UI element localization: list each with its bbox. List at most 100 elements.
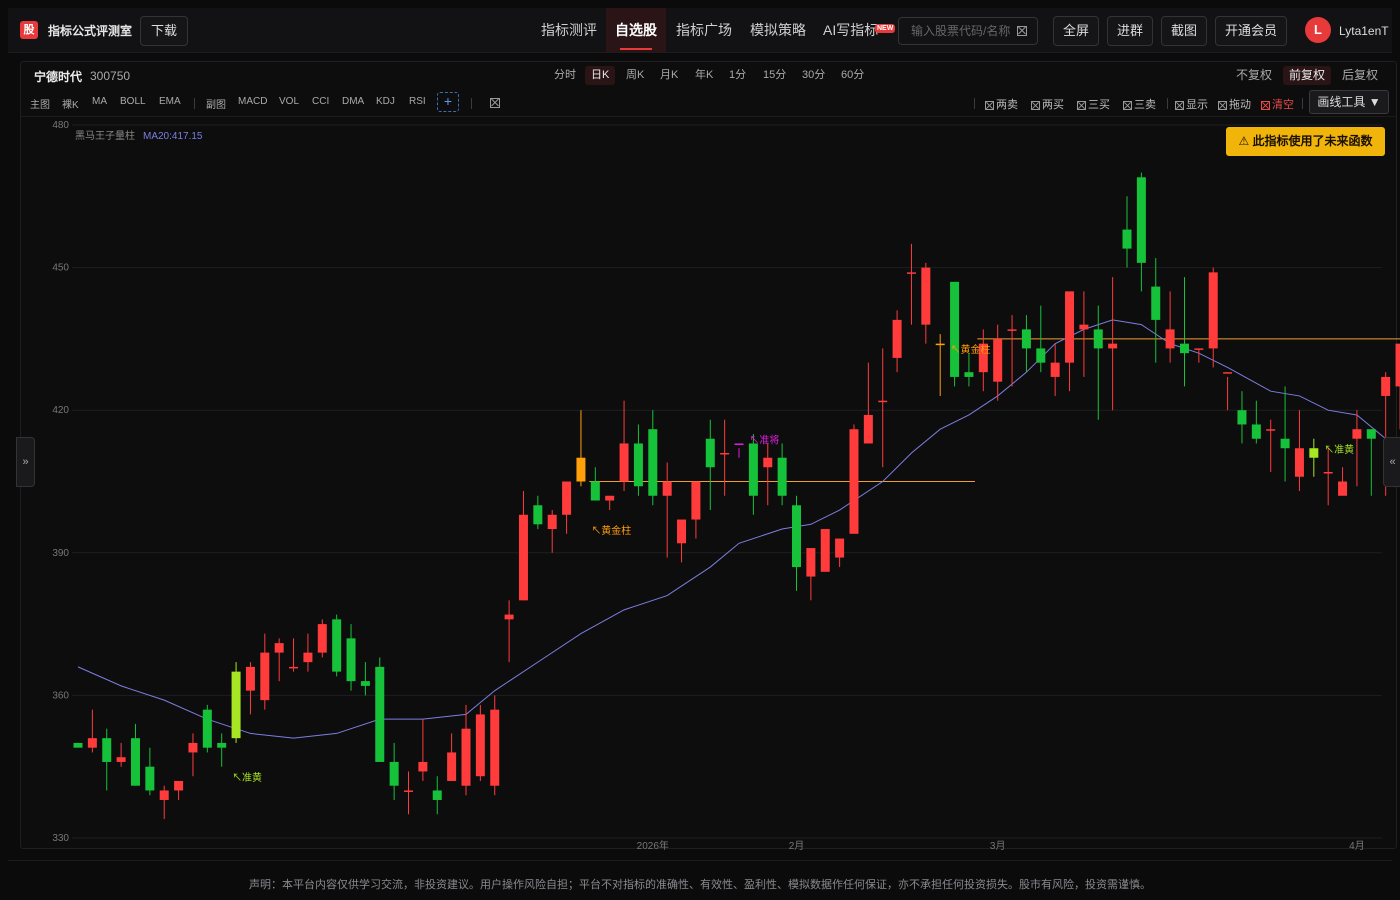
x-tick-label: 2026年 — [637, 839, 669, 852]
candle-body — [404, 790, 414, 792]
candle-body — [633, 443, 643, 487]
candle-body — [748, 443, 758, 496]
candle-body — [332, 619, 342, 672]
candle-body — [1065, 291, 1075, 363]
signal-annotation: ↖准黄 — [1324, 443, 1354, 456]
candle-body — [720, 452, 730, 455]
candle-body — [1194, 348, 1204, 350]
candle-body — [1079, 324, 1089, 330]
candle-body — [1294, 448, 1304, 477]
candle-body — [1366, 429, 1376, 439]
candle-body — [1323, 471, 1333, 474]
candle-body — [346, 638, 356, 682]
y-tick-label: 390 — [52, 548, 69, 559]
x-tick-label: 4月 — [1349, 840, 1365, 852]
candle-body — [1266, 429, 1276, 431]
candle-body — [878, 400, 888, 403]
candle-body — [202, 709, 212, 748]
candle-body — [1122, 229, 1132, 249]
candle-body — [792, 505, 801, 568]
candle-body — [217, 742, 227, 748]
y-tick-label: 420 — [52, 405, 69, 416]
candle-body — [763, 457, 773, 468]
candle-body — [993, 338, 1003, 382]
candle-body — [116, 757, 126, 762]
candle-body — [662, 481, 672, 496]
candle-body — [274, 643, 284, 653]
candle-body — [432, 790, 442, 800]
candle-body — [461, 728, 471, 786]
candle-body — [1151, 286, 1161, 320]
candle-body — [705, 438, 715, 468]
candle-body — [677, 519, 687, 544]
candle-body — [777, 457, 787, 496]
candle-body — [1381, 376, 1391, 396]
candle-body — [1050, 362, 1060, 377]
candle-body — [619, 443, 629, 482]
candle-body — [921, 267, 931, 325]
candle-body — [1108, 343, 1118, 349]
candle-body — [1208, 272, 1218, 349]
candle-body — [504, 614, 514, 620]
candlestick-chart[interactable]: 330 360 390 420 450 480 2026年 2月 3月 4月 黑马王子量柱 MA20:… — [0, 0, 1400, 900]
candle-body — [490, 709, 500, 786]
candle-body — [1309, 448, 1319, 458]
candle-body — [260, 652, 270, 701]
candle-body — [1223, 372, 1233, 374]
candle-body — [1338, 481, 1348, 496]
candle-body — [1093, 329, 1103, 349]
candle-body — [533, 505, 543, 525]
candle-body — [835, 538, 845, 558]
candle-body — [73, 742, 83, 748]
y-tick-label: 330 — [52, 833, 69, 844]
candle-body — [1007, 329, 1017, 331]
candle-body — [188, 742, 198, 753]
candle-body — [317, 624, 327, 653]
candle-body — [1251, 424, 1261, 439]
candle-body — [1179, 343, 1189, 354]
candle-body — [1136, 177, 1146, 263]
candle-body — [475, 714, 485, 777]
candle-body — [849, 429, 859, 534]
candle-body — [590, 481, 600, 501]
candle-body — [418, 761, 428, 772]
candle-body — [892, 319, 902, 358]
candle-body — [1021, 329, 1031, 349]
candle-body — [806, 548, 816, 577]
candle-body — [964, 372, 974, 377]
signal-annotation: ↖黄金柱 — [591, 524, 631, 537]
candle-body — [906, 272, 916, 274]
ma20-line — [77, 319, 1386, 739]
candle-body — [950, 281, 960, 377]
right-expand-tab[interactable]: « — [1383, 437, 1400, 487]
candle-body — [547, 514, 557, 530]
left-expand-tab[interactable]: » — [16, 437, 35, 487]
candle-body — [1395, 343, 1400, 387]
signal-annotation: ↖黄金柱 — [951, 343, 991, 356]
footer-disclaimer: 声明：本平台内容仅供学习交流，非投资建议。用户操作风险自担；平台不对指标的准确性… — [8, 860, 1392, 892]
y-tick-label: 480 — [52, 120, 69, 131]
candle-body — [145, 766, 155, 791]
candle-body — [863, 414, 873, 444]
candle-body — [1280, 438, 1290, 449]
candle-body — [130, 738, 140, 786]
ma20-label: MA20:417.15 — [143, 131, 203, 142]
signal-annotation: ↖准将 — [749, 434, 779, 446]
future-function-warning[interactable]: ⚠ 此指标使用了未来函数 — [1226, 127, 1385, 156]
candle-body — [576, 457, 586, 482]
candle-body — [1036, 348, 1046, 363]
candle-body — [174, 780, 184, 791]
candle-body — [1237, 410, 1247, 425]
candle-body — [734, 443, 744, 445]
y-tick-label: 450 — [52, 263, 69, 274]
candle-body — [159, 790, 169, 800]
candle-body — [447, 752, 457, 781]
candle-body — [935, 343, 945, 346]
candle-body — [562, 481, 572, 515]
candle-body — [289, 666, 299, 669]
candle-body — [245, 666, 255, 691]
candle-body — [375, 666, 385, 762]
x-tick-label: 2月 — [789, 840, 805, 852]
candle-body — [360, 681, 370, 686]
candle-body — [231, 671, 241, 739]
